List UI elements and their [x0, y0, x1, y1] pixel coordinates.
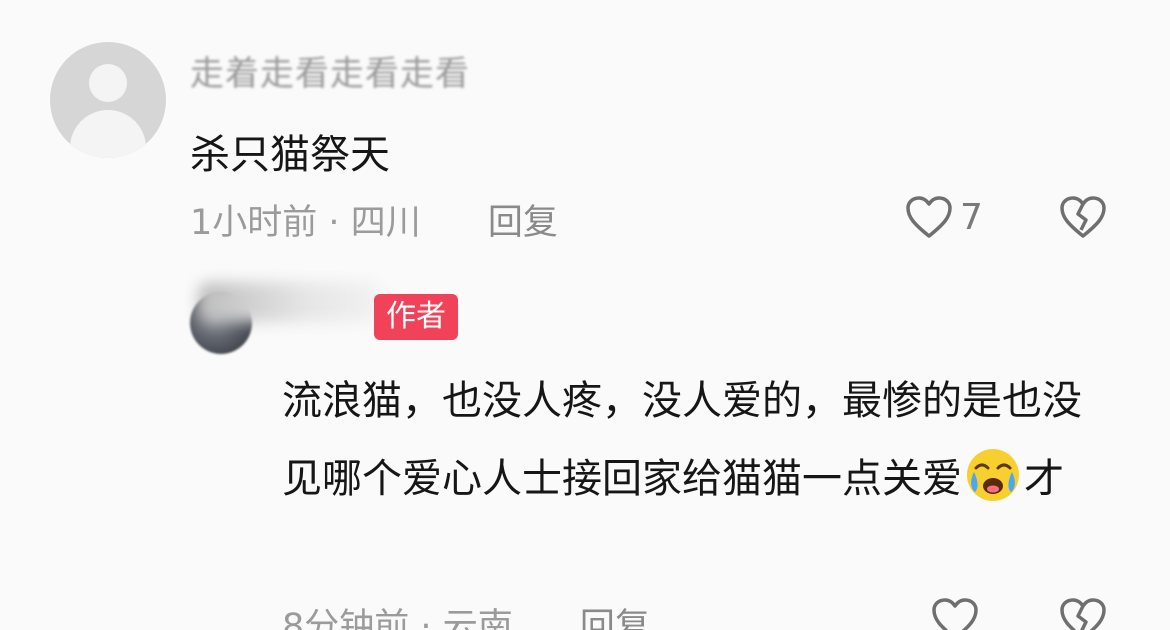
broken-heart-icon	[1060, 598, 1106, 630]
crying-face-emoji	[967, 449, 1019, 501]
blurred-username[interactable]	[198, 282, 380, 322]
broken-heart-icon	[1060, 196, 1106, 238]
comment-time: 1小时前	[190, 203, 318, 243]
reply-text-tail: 才	[1024, 456, 1064, 502]
heart-outline-icon	[932, 598, 978, 630]
reply-button[interactable]: 回复	[580, 607, 650, 630]
author-badge: 作者	[374, 294, 458, 340]
comment-location: 四川	[350, 203, 421, 243]
comment-username[interactable]: 走着走看走看走看	[190, 46, 470, 95]
like-count: 7	[960, 196, 983, 238]
default-avatar[interactable]	[50, 42, 166, 158]
avatar-body-shape	[70, 110, 146, 158]
comment-text: 杀只猫祭天	[190, 132, 390, 178]
meta-separator: ·	[420, 607, 432, 630]
reply-comment-text: 流浪猫，也没人疼，没人爱的，最惨的是也没见哪个爱心人士接回家给猫猫一点关爱 才	[282, 362, 1112, 518]
heart-outline-icon	[906, 196, 952, 238]
meta-separator: ·	[328, 203, 340, 243]
like-button[interactable]: 7	[904, 194, 983, 240]
comment-meta: 1小时前 · 四川 回复	[190, 194, 558, 245]
dislike-button[interactable]	[1058, 596, 1108, 630]
reply-time: 8分钟前	[282, 607, 410, 630]
reply-text-main: 流浪猫，也没人疼，没人爱的，最惨的是也没见哪个爱心人士接回家给猫猫一点关爱	[282, 378, 1082, 502]
reply-button[interactable]: 回复	[488, 203, 558, 243]
avatar-head-shape	[89, 64, 127, 102]
like-button[interactable]	[930, 596, 980, 630]
dislike-button[interactable]	[1058, 194, 1108, 244]
comment-section: 走着走看走看走看 杀只猫祭天 1小时前 · 四川 回复 7 作者 流浪猫，也没人…	[0, 0, 1170, 630]
reply-location: 云南	[442, 607, 513, 630]
reply-meta: 8分钟前 · 云南 回复	[282, 598, 650, 630]
